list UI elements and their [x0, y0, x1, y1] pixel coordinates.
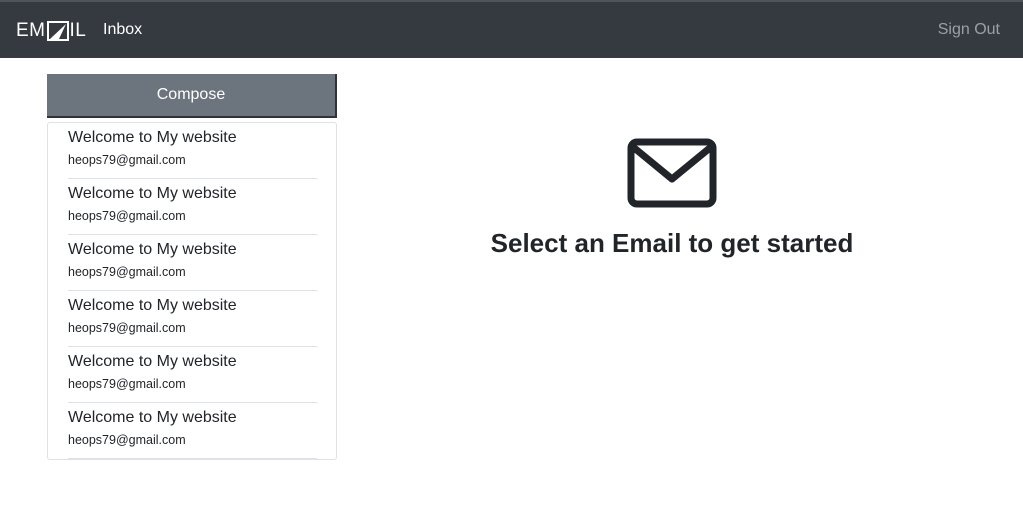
email-list: Welcome to My website heops79@gmail.com …	[47, 122, 337, 460]
email-sender: heops79@gmail.com	[68, 153, 186, 167]
email-list-item[interactable]: Welcome to My website heops79@gmail.com	[68, 291, 317, 347]
empty-state: Select an Email to get started	[440, 138, 904, 259]
nav-inbox-link[interactable]: Inbox	[103, 21, 142, 39]
empty-state-message: Select an Email to get started	[490, 228, 854, 258]
email-subject: Welcome to My website	[68, 241, 237, 258]
email-list-item[interactable]: Welcome to My website heops79@gmail.com	[68, 235, 317, 291]
email-list-item[interactable]: Welcome to My website heops79@gmail.com	[68, 403, 317, 459]
brand-logo-icon	[46, 21, 69, 41]
email-subject: Welcome to My website	[68, 185, 237, 202]
email-subject: Welcome to My website	[68, 353, 237, 370]
email-subject: Welcome to My website	[68, 129, 237, 146]
email-sender: heops79@gmail.com	[68, 433, 186, 447]
brand-logo[interactable]: EM IL	[16, 19, 86, 43]
email-list-item[interactable]: Welcome to My website heops79@gmail.com	[68, 347, 317, 403]
email-sender: heops79@gmail.com	[68, 209, 186, 223]
brand-logo-text-start: EM	[16, 20, 46, 41]
email-sender: heops79@gmail.com	[68, 377, 186, 391]
envelope-icon	[627, 138, 717, 208]
email-subject: Welcome to My website	[68, 297, 237, 314]
compose-button[interactable]: Compose	[47, 74, 337, 118]
email-list-item[interactable]: Welcome to My website heops79@gmail.com	[68, 123, 317, 179]
brand-logo-text-end: IL	[69, 20, 87, 41]
email-sender: heops79@gmail.com	[68, 321, 186, 335]
email-list-item[interactable]: Welcome to My website heops79@gmail.com	[68, 179, 317, 235]
email-sender: heops79@gmail.com	[68, 265, 186, 279]
sign-out-link[interactable]: Sign Out	[938, 21, 1000, 39]
top-navbar: EM IL Inbox Sign Out	[0, 0, 1023, 58]
email-subject: Welcome to My website	[68, 409, 237, 426]
